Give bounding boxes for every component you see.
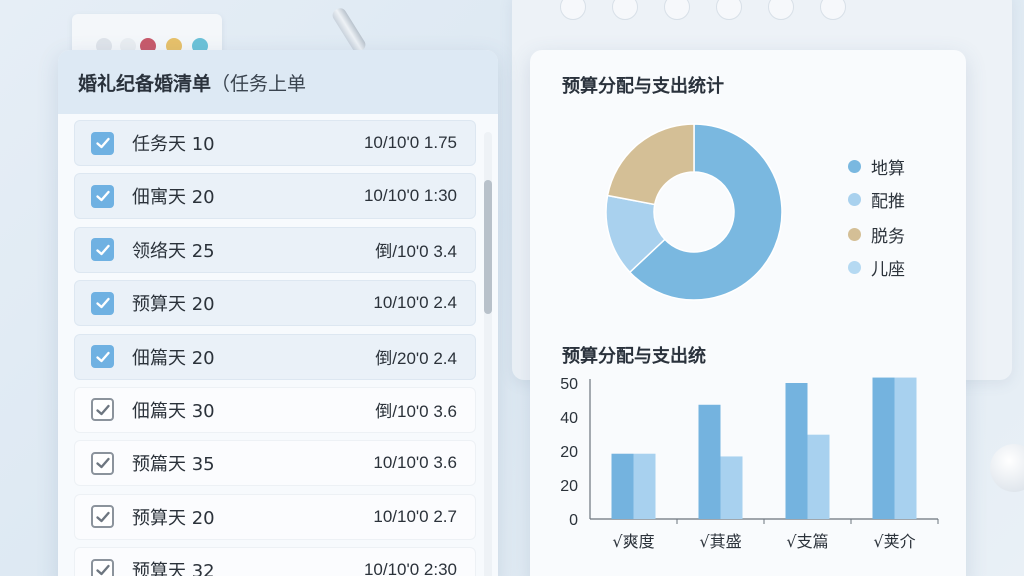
checkmark-icon	[95, 242, 111, 258]
legend-swatch	[848, 193, 861, 206]
bar	[894, 377, 917, 519]
calculator-key	[664, 0, 690, 20]
task-checkbox[interactable]	[91, 398, 114, 422]
checkmark-icon	[95, 562, 111, 576]
y-tick-label: 20	[560, 444, 578, 461]
legend-item: 脱务	[848, 218, 905, 251]
donut-slice	[606, 123, 695, 206]
task-name: 领络天 25	[132, 240, 215, 262]
task-date: 倒/10'0 3.6	[375, 402, 457, 422]
wedding-checklist-card: 婚礼纪备婚清单 （任务上单 任务天 10 10/10'0 1.75 佃寓天 20 10…	[58, 50, 498, 576]
task-name: 任务天 10	[132, 134, 215, 155]
checkmark-icon	[95, 295, 111, 311]
task-date: 10/10'0 2:30	[363, 560, 457, 576]
legend-label: 地算	[871, 159, 905, 179]
legend-label: 儿座	[871, 260, 905, 280]
task-checkbox[interactable]	[91, 184, 114, 208]
legend-item: 配推	[848, 183, 905, 216]
checkmark-icon	[95, 402, 111, 418]
y-tick-label: 40	[560, 410, 578, 427]
y-tick-label: 0	[569, 512, 578, 529]
task-checkbox[interactable]	[91, 345, 114, 369]
checkmark-icon	[95, 349, 111, 365]
task-name: 佃寓天 20	[132, 187, 215, 209]
task-date: 10/10'0 1:30	[363, 186, 457, 206]
y-tick-label: 20	[560, 478, 578, 495]
task-checkbox[interactable]	[91, 291, 114, 315]
legend-label: 脱务	[871, 227, 905, 247]
scrollbar-thumb[interactable]	[484, 180, 492, 314]
task-list: 任务天 10 10/10'0 1.75 佃寓天 20 10/10'0 1:30 领络天 …	[74, 120, 476, 576]
task-checkbox[interactable]	[91, 131, 114, 155]
scrollbar-track[interactable]	[484, 132, 492, 576]
bar	[872, 377, 895, 519]
task-date: 10/10'0 1.75	[363, 133, 457, 152]
x-category-label: √支篇	[786, 532, 828, 551]
task-checkbox[interactable]	[91, 558, 114, 576]
round-knob-decoration	[990, 444, 1024, 492]
budget-charts: 0 20 20 40 50 √爽度 √萁盛 √支篇 √荚介	[560, 123, 939, 551]
bar	[785, 383, 808, 519]
task-row[interactable]: 领络天 25 倒/10'0 3.4	[74, 226, 476, 273]
task-name: 预算天 20	[132, 507, 215, 529]
x-category-label: √爽度	[612, 532, 654, 551]
calculator-key	[768, 0, 794, 20]
task-date: 10/10'0 2.4	[373, 293, 457, 313]
task-row[interactable]: 佃篇天 30 倒/10'0 3.6	[74, 386, 476, 433]
bar	[698, 404, 721, 519]
checklist-title-suffix: （任务上单	[211, 72, 307, 95]
calculator-key	[612, 0, 638, 20]
task-row[interactable]: 预篇天 35 10/10'0 3.6	[74, 440, 476, 487]
legend-swatch	[848, 160, 861, 173]
task-row[interactable]: 预算天 32 10/10'0 2:30	[74, 547, 476, 576]
checkmark-icon	[95, 509, 111, 525]
donut-legend: 地算 配推 脱务 儿座	[848, 150, 905, 284]
calculator-key	[716, 0, 742, 20]
task-name: 预篇天 35	[132, 454, 215, 476]
budget-stats-card: 预算分配与支出统计 预算分配与支出统 0 20 20 40 50 √爽度 √萁盛 √支篇 √荚介…	[530, 50, 966, 576]
checklist-header: 婚礼纪备婚清单 （任务上单	[58, 50, 498, 114]
task-checkbox[interactable]	[91, 505, 114, 529]
task-name: 佃篇天 30	[132, 400, 215, 422]
task-row[interactable]: 佃寓天 20 10/10'0 1:30	[74, 173, 476, 220]
task-name: 预算天 32	[132, 561, 215, 576]
legend-swatch	[848, 261, 861, 274]
legend-swatch	[848, 228, 861, 241]
bar	[611, 453, 634, 519]
checkmark-icon	[95, 135, 111, 151]
task-row[interactable]: 预算天 20 10/10'0 2.4	[74, 280, 476, 327]
bar	[633, 453, 656, 519]
legend-item: 地算	[848, 150, 905, 183]
task-row[interactable]: 佃篇天 20 倒/20'0 2.4	[74, 333, 476, 380]
x-category-label: √荚介	[873, 532, 915, 551]
checkmark-icon	[95, 188, 111, 204]
checklist-title: 婚礼纪备婚清单	[78, 72, 212, 95]
legend-label: 配推	[871, 192, 905, 212]
bar	[720, 456, 743, 519]
checkmark-icon	[95, 455, 111, 471]
task-date: 倒/10'0 3.4	[375, 242, 457, 262]
calculator-key	[820, 0, 846, 20]
y-tick-label: 50	[560, 376, 578, 393]
task-date: 10/10'0 3.6	[373, 453, 457, 473]
pen-decoration	[330, 5, 368, 55]
task-date: 倒/20'0 2.4	[375, 349, 457, 369]
task-date: 10/10'0 2.7	[373, 506, 457, 526]
calculator-key	[560, 0, 586, 20]
task-row[interactable]: 预算天 20 10/10'0 2.7	[74, 493, 476, 540]
x-category-label: √萁盛	[699, 532, 741, 551]
task-row[interactable]: 任务天 10 10/10'0 1.75	[74, 120, 476, 166]
task-name: 佃篇天 20	[132, 347, 215, 369]
task-checkbox[interactable]	[91, 238, 114, 262]
task-checkbox[interactable]	[91, 451, 114, 475]
task-name: 预算天 20	[132, 294, 215, 316]
bar	[807, 434, 830, 519]
legend-item: 儿座	[848, 251, 905, 284]
